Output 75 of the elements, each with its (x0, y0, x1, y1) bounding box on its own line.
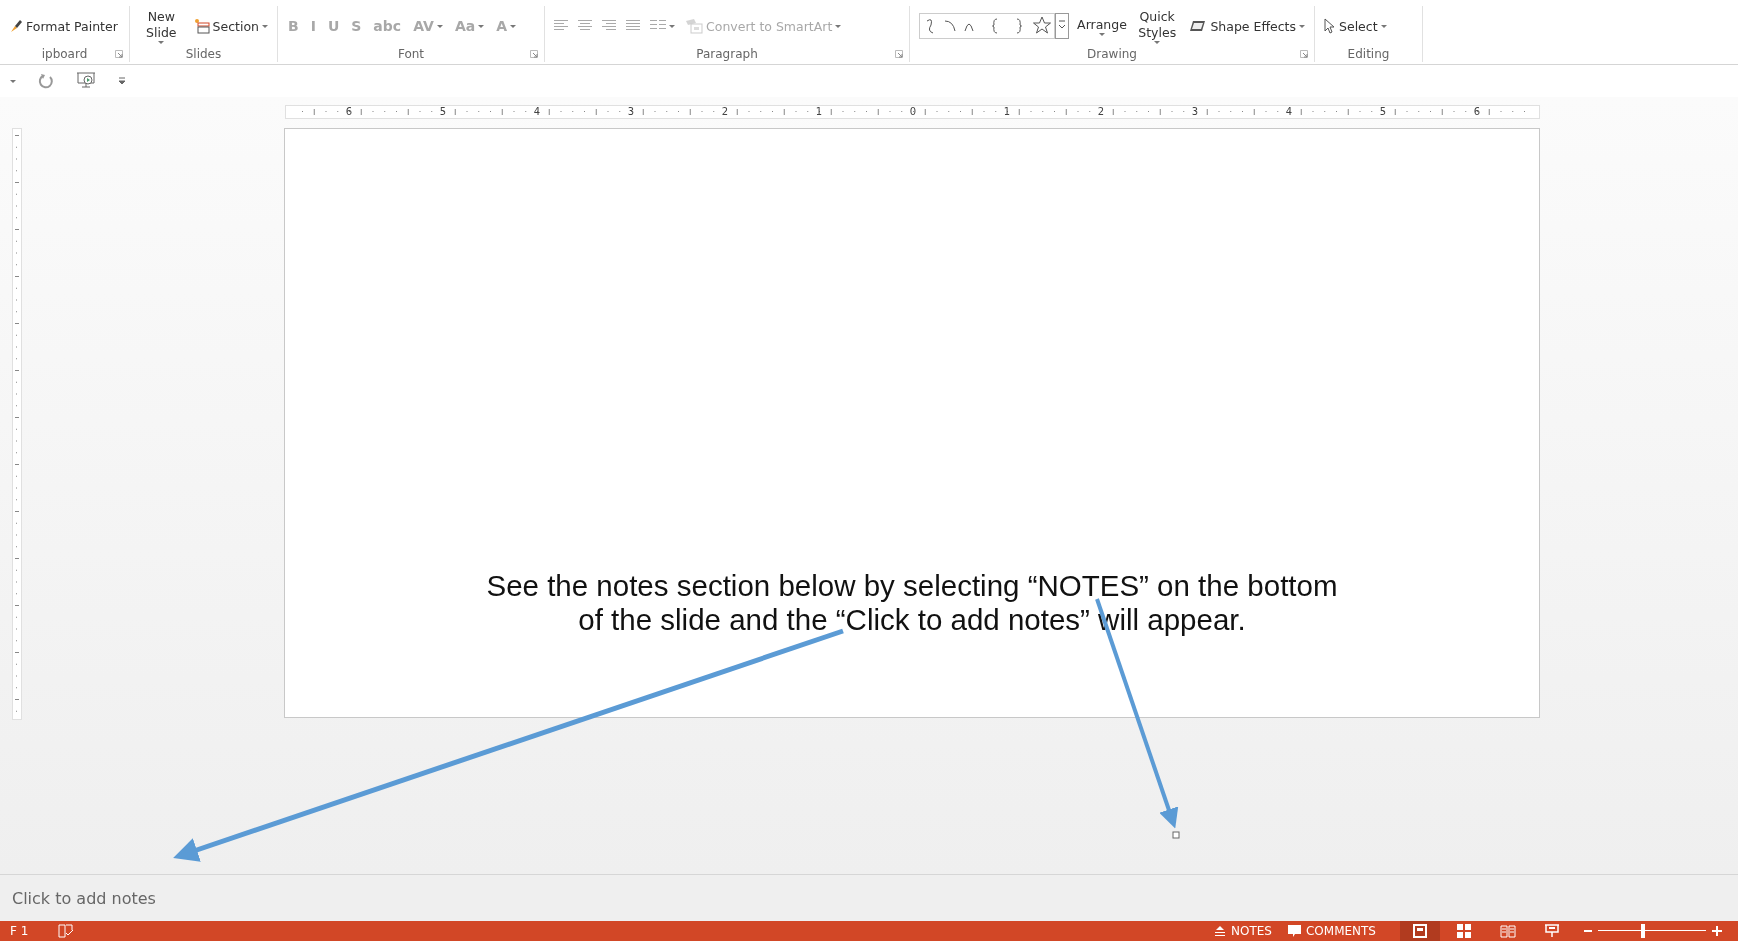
repeat-icon[interactable] (38, 73, 54, 89)
ruler-number: 3 (1191, 106, 1199, 118)
ribbon-button[interactable]: Arrange (1076, 14, 1128, 38)
align-center-icon (578, 20, 592, 32)
caret-icon (478, 24, 485, 28)
presentation-icon[interactable] (76, 72, 96, 90)
caret-icon (835, 24, 842, 28)
cursor-icon (1324, 18, 1336, 34)
group-label: Editing (1347, 46, 1390, 62)
ribbon-button[interactable]: Format Painter (6, 16, 121, 36)
ruler-number: 6 (1473, 106, 1481, 118)
align-right-icon (602, 20, 616, 32)
group-label: Font (397, 46, 425, 62)
shapes-gallery[interactable] (916, 11, 1072, 41)
caret-icon (436, 24, 443, 28)
ruler-number: 1 (1003, 106, 1011, 118)
selection-handle[interactable] (1172, 831, 1180, 839)
caret-icon (262, 24, 268, 28)
grid-view-icon (1457, 924, 1471, 938)
dialog-launcher-icon[interactable] (1300, 50, 1308, 58)
ribbon-button[interactable]: Shape Effects (1186, 16, 1308, 36)
caret-icon (1380, 24, 1387, 28)
dropdown-caret-icon[interactable] (10, 79, 16, 83)
ruler-number: 3 (627, 106, 635, 118)
ruler-number: 5 (1379, 106, 1387, 118)
ruler-number: 2 (1097, 106, 1105, 118)
justify-icon (626, 20, 640, 32)
ribbon-button[interactable]: New Slide (136, 6, 187, 46)
notes-button[interactable]: NOTES (1206, 921, 1280, 941)
align-left-icon (554, 20, 568, 32)
notes-icon (1214, 925, 1226, 937)
columns-icon (650, 20, 666, 32)
dialog-launcher-icon[interactable] (115, 50, 123, 58)
ruler-number: 5 (439, 106, 447, 118)
ruler-number: 4 (533, 106, 541, 118)
notes-pane[interactable]: Click to add notes (0, 874, 1738, 921)
ruler-number: 1 (815, 106, 823, 118)
slide-indicator: F 1 (10, 924, 29, 938)
comment-icon (1287, 925, 1301, 937)
paintbrush-icon (9, 18, 23, 34)
ribbon-button[interactable]: Select (1321, 16, 1390, 36)
caret-icon (669, 24, 675, 28)
ruler-number: 4 (1285, 106, 1293, 118)
group-label: Paragraph (696, 46, 758, 62)
notes-placeholder: Click to add notes (12, 888, 156, 908)
normal-view-icon (1413, 924, 1427, 938)
ruler-number: 0 (909, 106, 917, 118)
ruler-number: 6 (345, 106, 353, 118)
customize-toolbar-icon[interactable] (118, 77, 126, 85)
comments-button[interactable]: COMMENTS (1279, 921, 1384, 941)
zoom-in-icon[interactable] (1712, 926, 1722, 936)
caret-icon (1299, 24, 1305, 28)
spellcheck-icon[interactable] (58, 924, 75, 938)
shape-effects-icon (1189, 19, 1208, 33)
dialog-launcher-icon[interactable] (895, 50, 903, 58)
zoom-out-icon[interactable] (1584, 927, 1592, 935)
ribbon-button[interactable]: Section (190, 16, 271, 36)
book-icon (1500, 924, 1516, 938)
shapes-gallery-icon (919, 13, 1069, 39)
text-line: See the notes section below by selecting “NOTES” on the bottom (486, 569, 1338, 603)
group-label: ipboard (41, 46, 88, 62)
slideshow-icon (1544, 924, 1560, 938)
section-icon (193, 18, 210, 34)
smartart-icon (685, 18, 703, 34)
view-button[interactable] (1400, 921, 1440, 941)
group-label: Drawing (1087, 46, 1137, 62)
ribbon-button[interactable]: Quick Styles (1132, 6, 1183, 46)
ruler-number: 2 (721, 106, 729, 118)
caret-icon (158, 40, 165, 44)
group-label: Slides (185, 46, 222, 62)
caret-icon (1099, 32, 1105, 36)
dialog-launcher-icon[interactable] (530, 50, 538, 58)
caret-icon (1154, 40, 1161, 44)
caret-icon (510, 24, 516, 28)
zoom-thumb[interactable] (1641, 924, 1646, 938)
